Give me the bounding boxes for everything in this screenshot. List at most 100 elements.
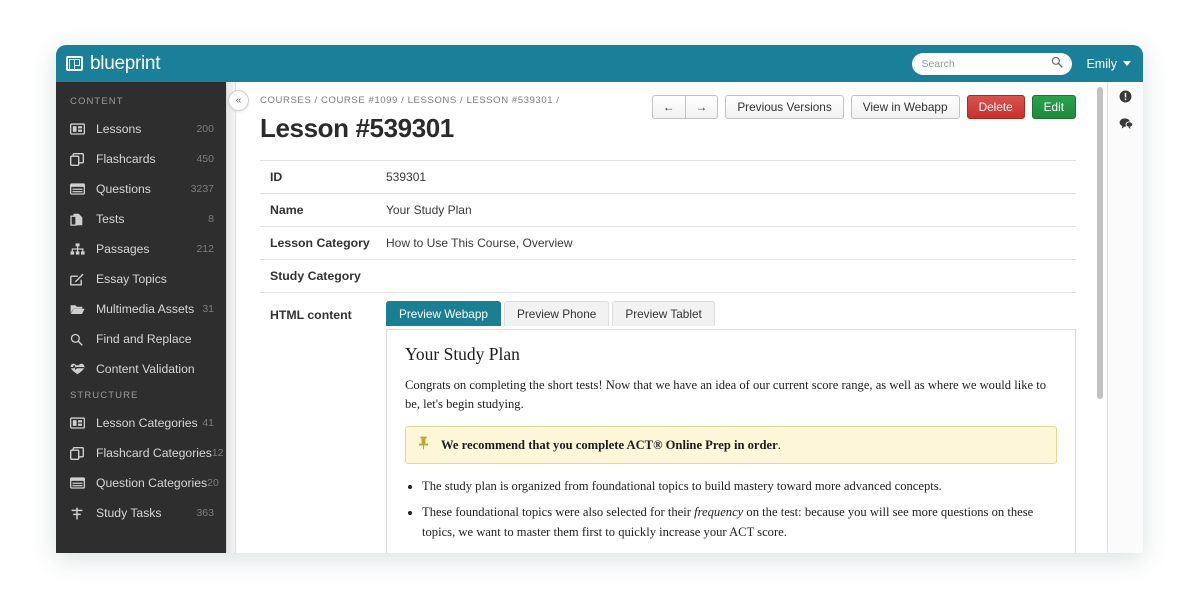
- sidebar-item-question-categories[interactable]: Question Categories 20: [56, 468, 226, 498]
- list-item: These foundational topics were also sele…: [422, 503, 1057, 541]
- layers-icon: [70, 152, 87, 166]
- sidebar-item-passages[interactable]: Passages 212: [56, 234, 226, 264]
- sidebar-item-label: Content Validation: [96, 362, 195, 376]
- sidebar-item-find-and-replace[interactable]: Find and Replace: [56, 324, 226, 354]
- top-bar-right: Emily: [912, 52, 1131, 75]
- exclamation-circle-icon[interactable]: [1119, 90, 1132, 108]
- pencil-square-icon: [70, 273, 87, 286]
- callout-bold-text: We recommend that you complete ACT® Onli…: [441, 437, 778, 452]
- tab-preview-webapp[interactable]: Preview Webapp: [386, 301, 501, 326]
- sidebar-item-label: Passages: [96, 242, 150, 256]
- sidebar-item-tests[interactable]: Tests 8: [56, 204, 226, 234]
- field-label-id: ID: [270, 170, 283, 184]
- sidebar-item-count: 31: [202, 303, 214, 315]
- scrollbar-thumb[interactable]: [1097, 87, 1103, 399]
- sidebar-item-count: 41: [202, 417, 214, 429]
- content-gutter: [227, 82, 236, 553]
- callout-tail-text: .: [777, 437, 781, 452]
- edit-button[interactable]: Edit: [1031, 95, 1076, 119]
- delete-button[interactable]: Delete: [966, 95, 1025, 119]
- preview-panel: Your Study Plan Congrats on completing t…: [386, 329, 1076, 553]
- layers-icon: [70, 446, 87, 460]
- heartbeat-icon: [70, 363, 87, 375]
- comment-icon[interactable]: [1119, 117, 1133, 135]
- previous-versions-button[interactable]: Previous Versions: [725, 95, 844, 119]
- sidebar-item-label: Find and Replace: [96, 332, 192, 346]
- user-name: Emily: [1086, 56, 1117, 71]
- list-item: The study plan is organized from foundat…: [422, 477, 1057, 496]
- top-bar: blueprint Emily: [56, 45, 1143, 82]
- bullet-emphasis: frequency: [694, 505, 744, 520]
- app-window: blueprint Emily CONTENT Lessons 200: [56, 45, 1143, 553]
- sidebar-item-essay-topics[interactable]: Essay Topics: [56, 264, 226, 294]
- file-copy-icon: [70, 213, 87, 226]
- search-input[interactable]: [921, 57, 1048, 70]
- app-logo[interactable]: blueprint: [66, 53, 160, 75]
- callout-text: We recommend that you complete ACT® Onli…: [441, 438, 781, 453]
- table-row: Study Category: [260, 259, 1076, 293]
- field-value-study-category: [386, 260, 1076, 293]
- sidebar-item-label: Lesson Categories: [96, 416, 198, 430]
- folder-open-icon: [70, 303, 87, 315]
- sidebar-item-count: 200: [196, 123, 214, 135]
- sidebar-item-questions[interactable]: Questions 3237: [56, 174, 226, 204]
- sidebar-item-study-tasks[interactable]: Study Tasks 363: [56, 498, 226, 528]
- field-value-lesson-category[interactable]: How to Use This Course, Overview: [386, 227, 1076, 260]
- field-label-name: Name: [270, 203, 304, 217]
- preview-intro-paragraph: Congrats on completing the short tests! …: [405, 378, 1047, 412]
- breadcrumb-lessons[interactable]: LESSONS: [408, 95, 457, 106]
- previous-record-button[interactable]: ←: [651, 95, 686, 119]
- breadcrumb-lesson[interactable]: LESSON #539301: [466, 95, 553, 106]
- tasks-icon: [70, 507, 87, 520]
- table-row: HTML content Preview Webapp Preview Phon…: [260, 292, 1076, 553]
- preview-tabs: Preview Webapp Preview Phone Preview Tab…: [386, 301, 1076, 326]
- sidebar-item-multimedia-assets[interactable]: Multimedia Assets 31: [56, 294, 226, 324]
- breadcrumb-course[interactable]: COURSE #1099: [321, 95, 398, 106]
- view-in-webapp-button[interactable]: View in Webapp: [850, 95, 960, 119]
- preview-heading: Your Study Plan: [405, 344, 520, 364]
- sidebar-section-heading-structure: STRUCTURE: [70, 390, 139, 401]
- nav-arrow-group: ← →: [651, 95, 719, 119]
- sidebar-item-flashcards[interactable]: Flashcards 450: [56, 144, 226, 174]
- sidebar-item-label: Question Categories: [96, 476, 208, 490]
- sidebar-item-content-validation[interactable]: Content Validation: [56, 354, 226, 384]
- lesson-detail-pane: COURSES / COURSE #1099 / LESSONS / LESSO…: [237, 82, 1094, 553]
- chevron-down-icon: [1123, 61, 1131, 66]
- sidebar-item-lesson-categories[interactable]: Lesson Categories 41: [56, 408, 226, 438]
- field-label-html-content: HTML content: [270, 308, 352, 322]
- collapse-sidebar-button[interactable]: «: [228, 90, 249, 111]
- preview-bullet-list: The study plan is organized from foundat…: [422, 477, 1057, 553]
- sidebar-item-lessons[interactable]: Lessons 200: [56, 114, 226, 144]
- field-label-study-category: Study Category: [270, 269, 361, 283]
- sidebar-item-label: Flashcard Categories: [96, 446, 212, 460]
- action-toolbar: ← → Previous Versions View in Webapp Del…: [651, 95, 1076, 119]
- sidebar-item-label: Questions: [96, 182, 151, 196]
- content-pane: « COURSES / COURSE #1099 / LESSONS / LES…: [226, 82, 1143, 553]
- recommendation-callout: We recommend that you complete ACT® Onli…: [405, 426, 1057, 465]
- sidebar-item-label: Tests: [96, 212, 125, 226]
- blueprint-logo-icon: [66, 56, 83, 71]
- bullet-text: Each Study Group contains instruction on…: [422, 551, 1050, 553]
- sidebar-item-count: 212: [196, 243, 214, 255]
- sidebar-item-label: Study Tasks: [96, 506, 162, 520]
- breadcrumb-courses[interactable]: COURSES: [260, 95, 311, 106]
- search-box[interactable]: [912, 52, 1073, 75]
- table-row: Name Your Study Plan: [260, 193, 1076, 227]
- sidebar-item-count: 8: [208, 213, 214, 225]
- field-label-lesson-category: Lesson Category: [270, 236, 370, 250]
- tab-preview-tablet[interactable]: Preview Tablet: [612, 301, 715, 326]
- sidebar-item-count: 20: [207, 477, 219, 489]
- table-row: Lesson Category How to Use This Course, …: [260, 226, 1076, 260]
- sidebar-item-label: Flashcards: [96, 152, 156, 166]
- user-menu[interactable]: Emily: [1086, 57, 1131, 71]
- sidebar-item-flashcard-categories[interactable]: Flashcard Categories 12: [56, 438, 226, 468]
- lesson-fields-table: ID 539301 Name Your Study Plan Lesson Ca…: [260, 160, 1076, 553]
- search-icon: [1051, 55, 1063, 73]
- pushpin-icon: [418, 436, 429, 454]
- right-rail: [1107, 82, 1143, 553]
- sidebar-item-label: Lessons: [96, 122, 142, 136]
- body-row: CONTENT Lessons 200 Flashcards 450 Quest…: [56, 82, 1143, 553]
- logo-text: blueprint: [90, 52, 161, 74]
- tab-preview-phone[interactable]: Preview Phone: [503, 301, 610, 326]
- next-record-button[interactable]: →: [684, 95, 719, 119]
